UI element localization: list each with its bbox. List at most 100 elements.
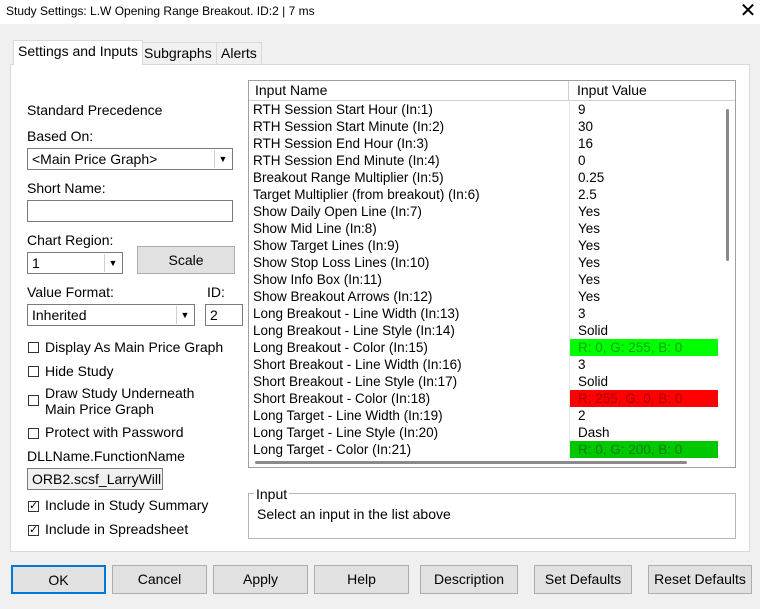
input-value-cell[interactable]: Yes bbox=[569, 203, 718, 220]
set-defaults-button[interactable]: Set Defaults bbox=[534, 565, 632, 594]
col-input-value[interactable]: Input Value bbox=[569, 81, 717, 100]
input-value-cell[interactable]: 30 bbox=[569, 118, 718, 135]
input-name-cell: Long Target - Color (In:21) bbox=[253, 442, 412, 457]
include-summary-checkbox[interactable]: ✓ bbox=[28, 501, 39, 512]
title-bar: Study Settings: L.W Opening Range Breako… bbox=[0, 0, 760, 24]
tab-settings-and-inputs[interactable]: Settings and Inputs bbox=[13, 40, 143, 65]
input-name-cell: Target Multiplier (from breakout) (In:6) bbox=[253, 187, 480, 202]
grid-row[interactable]: Breakout Range Multiplier (In:5) 0.25 bbox=[249, 169, 719, 186]
color-value-cell[interactable]: R: 0, G: 255, B: 0 bbox=[569, 339, 718, 356]
color-value-cell[interactable]: R: 255, G: 0, B: 0 bbox=[569, 390, 718, 407]
grid-row[interactable]: Long Breakout - Line Style (In:14) Solid bbox=[249, 322, 719, 339]
include-spreadsheet-label: Include in Spreadsheet bbox=[45, 521, 189, 537]
grid-rows: RTH Session Start Hour (In:1) 9 RTH Sessio… bbox=[249, 101, 719, 458]
input-value-cell[interactable]: 0 bbox=[569, 152, 718, 169]
short-name-input[interactable] bbox=[27, 200, 233, 222]
dll-name-value: ORB2.scsf_LarryWillia bbox=[32, 471, 162, 487]
ok-button[interactable]: OK bbox=[11, 565, 106, 594]
value-format-select[interactable]: Inherited ▼ bbox=[27, 304, 195, 326]
value-format-value: Inherited bbox=[32, 307, 87, 323]
input-value-cell[interactable]: 3 bbox=[569, 356, 718, 373]
grid-row[interactable]: Show Daily Open Line (In:7) Yes bbox=[249, 203, 719, 220]
color-value-cell[interactable]: R: 0, G: 200, B: 0 bbox=[569, 441, 718, 458]
description-button[interactable]: Description bbox=[420, 565, 518, 594]
grid-row[interactable]: Show Mid Line (In:8) Yes bbox=[249, 220, 719, 237]
protect-password-label: Protect with Password bbox=[45, 424, 184, 440]
based-on-select[interactable]: <Main Price Graph> ▼ bbox=[27, 148, 233, 170]
tab-alerts[interactable]: Alerts bbox=[216, 42, 262, 64]
hide-study-label: Hide Study bbox=[45, 363, 114, 379]
chevron-down-icon[interactable]: ▼ bbox=[176, 306, 193, 324]
display-as-main-checkbox[interactable] bbox=[28, 342, 39, 353]
col-input-name[interactable]: Input Name bbox=[249, 81, 569, 100]
input-name-cell: RTH Session Start Hour (In:1) bbox=[253, 102, 433, 117]
grid-row[interactable]: RTH Session Start Hour (In:1) 9 bbox=[249, 101, 719, 118]
input-value-cell[interactable]: Yes bbox=[569, 237, 718, 254]
based-on-value: <Main Price Graph> bbox=[32, 151, 158, 167]
inputs-grid[interactable]: Input Name Input Value RTH Session Start… bbox=[248, 80, 736, 468]
grid-row[interactable]: Short Breakout - Line Width (In:16) 3 bbox=[249, 356, 719, 373]
input-value-cell[interactable]: Yes bbox=[569, 271, 718, 288]
input-value-cell[interactable]: Yes bbox=[569, 254, 718, 271]
input-name-cell: Long Breakout - Line Style (In:14) bbox=[253, 323, 455, 338]
input-value-cell[interactable]: 2.5 bbox=[569, 186, 718, 203]
tab-subgraphs[interactable]: Subgraphs bbox=[139, 42, 217, 64]
input-value-cell[interactable]: Yes bbox=[569, 220, 718, 237]
input-name-cell: Short Breakout - Color (In:18) bbox=[253, 391, 431, 406]
grid-row[interactable]: Short Breakout - Color (In:18) R: 255, G:… bbox=[249, 390, 719, 407]
standard-precedence-label: Standard Precedence bbox=[27, 102, 163, 118]
grid-row[interactable]: Long Breakout - Color (In:15) R: 0, G: 25… bbox=[249, 339, 719, 356]
input-value-cell[interactable]: 2 bbox=[569, 407, 718, 424]
grid-row[interactable]: Long Target - Line Width (In:19) 2 bbox=[249, 407, 719, 424]
input-value-cell[interactable]: Solid bbox=[569, 322, 718, 339]
input-value-cell[interactable]: 3 bbox=[569, 305, 718, 322]
id-input[interactable]: 2 bbox=[205, 304, 243, 326]
cancel-button[interactable]: Cancel bbox=[112, 565, 207, 594]
grid-row[interactable]: Show Info Box (In:11) Yes bbox=[249, 271, 719, 288]
horizontal-scrollbar[interactable] bbox=[249, 459, 719, 467]
grid-row[interactable]: RTH Session Start Minute (In:2) 30 bbox=[249, 118, 719, 135]
input-name-cell: Show Mid Line (In:8) bbox=[253, 221, 377, 236]
reset-defaults-button[interactable]: Reset Defaults bbox=[648, 565, 752, 594]
input-name-cell: RTH Session End Hour (In:3) bbox=[253, 136, 429, 151]
include-summary-label: Include in Study Summary bbox=[45, 497, 209, 513]
input-value-cell[interactable]: 9 bbox=[569, 101, 718, 118]
grid-row[interactable]: RTH Session End Minute (In:4) 0 bbox=[249, 152, 719, 169]
chart-region-select[interactable]: 1 ▼ bbox=[27, 252, 123, 274]
grid-row[interactable]: Target Multiplier (from breakout) (In:6)… bbox=[249, 186, 719, 203]
help-button[interactable]: Help bbox=[314, 565, 409, 594]
scrollbar-thumb[interactable] bbox=[255, 461, 687, 464]
grid-row[interactable]: Show Target Lines (In:9) Yes bbox=[249, 237, 719, 254]
input-value-cell[interactable]: Dash bbox=[569, 424, 718, 441]
input-groupbox-title: Input bbox=[254, 486, 290, 502]
hide-study-checkbox[interactable] bbox=[28, 366, 39, 377]
input-name-cell: RTH Session End Minute (In:4) bbox=[253, 153, 440, 168]
input-value-cell[interactable]: Solid bbox=[569, 373, 718, 390]
chevron-down-icon[interactable]: ▼ bbox=[104, 254, 121, 272]
chevron-down-icon[interactable]: ▼ bbox=[214, 150, 231, 168]
input-value-cell[interactable]: Yes bbox=[569, 288, 718, 305]
input-name-cell: RTH Session Start Minute (In:2) bbox=[253, 119, 445, 134]
protect-password-checkbox[interactable] bbox=[28, 428, 39, 439]
grid-row[interactable]: Long Target - Color (In:21) R: 0, G: 200,… bbox=[249, 441, 719, 458]
grid-row[interactable]: RTH Session End Hour (In:3) 16 bbox=[249, 135, 719, 152]
input-hint-text: Select an input in the list above bbox=[257, 506, 451, 522]
window-title: Study Settings: L.W Opening Range Breako… bbox=[6, 4, 315, 18]
apply-button[interactable]: Apply bbox=[213, 565, 308, 594]
based-on-label: Based On: bbox=[27, 128, 94, 144]
input-name-cell: Show Target Lines (In:9) bbox=[253, 238, 400, 253]
input-name-cell: Breakout Range Multiplier (In:5) bbox=[253, 170, 444, 185]
draw-underneath-checkbox[interactable] bbox=[28, 395, 39, 406]
close-icon[interactable]: ✕ bbox=[736, 0, 760, 24]
grid-row[interactable]: Long Target - Line Style (In:20) Dash bbox=[249, 424, 719, 441]
vertical-scrollbar[interactable] bbox=[719, 101, 735, 461]
input-value-cell[interactable]: 16 bbox=[569, 135, 718, 152]
grid-row[interactable]: Show Breakout Arrows (In:12) Yes bbox=[249, 288, 719, 305]
include-spreadsheet-checkbox[interactable]: ✓ bbox=[28, 525, 39, 536]
grid-row[interactable]: Show Stop Loss Lines (In:10) Yes bbox=[249, 254, 719, 271]
input-value-cell[interactable]: 0.25 bbox=[569, 169, 718, 186]
grid-row[interactable]: Short Breakout - Line Style (In:17) Solid bbox=[249, 373, 719, 390]
scrollbar-thumb[interactable] bbox=[726, 109, 729, 261]
grid-row[interactable]: Long Breakout - Line Width (In:13) 3 bbox=[249, 305, 719, 322]
scale-button[interactable]: Scale bbox=[137, 246, 235, 274]
